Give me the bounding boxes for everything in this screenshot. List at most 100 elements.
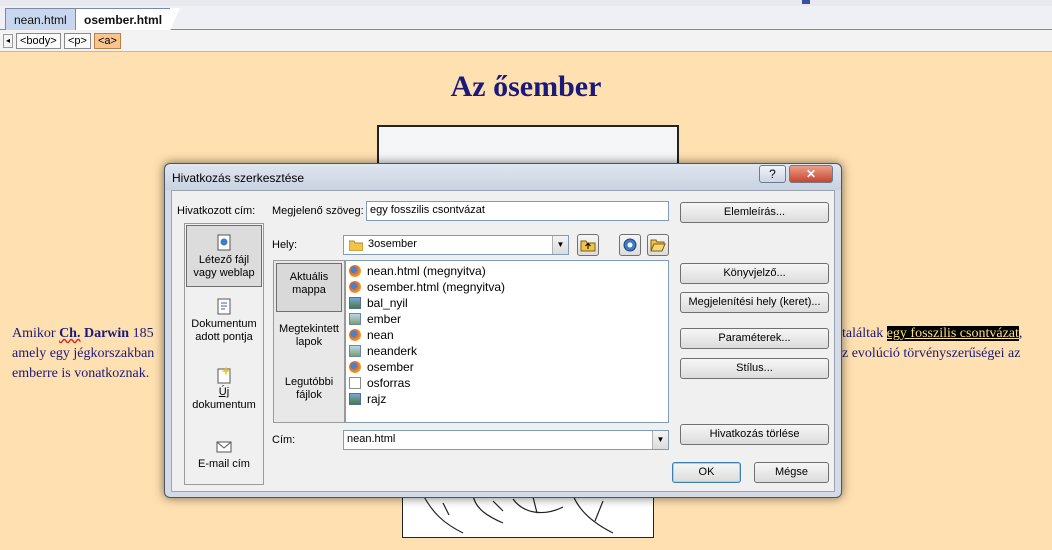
file-list-item[interactable]: nean (346, 327, 668, 343)
file-list-item[interactable]: bal_nyil (346, 295, 668, 311)
file-list-item[interactable]: neanderk (346, 343, 668, 359)
file-list-item[interactable]: osforras (346, 375, 668, 391)
tag-p[interactable]: <p> (64, 33, 91, 49)
file-name: rajz (367, 392, 387, 406)
browse-recent-files[interactable]: Legutóbbi fájlok (276, 376, 342, 416)
open-folder-icon (650, 239, 666, 252)
file-list-item[interactable]: osember (346, 359, 668, 375)
link-type-label: adott pontja (195, 331, 253, 343)
firefox-icon (349, 265, 361, 277)
display-text-label: Megjelenő szöveg: (272, 205, 364, 217)
rajz-image[interactable] (402, 492, 654, 538)
document-place-icon (215, 298, 233, 316)
file-name: osember (367, 360, 414, 374)
file-name: neanderk (367, 344, 418, 358)
link-type-label: Dokumentum (191, 318, 257, 330)
browse-web-button[interactable] (619, 234, 641, 256)
parameters-button[interactable]: Paraméterek... (680, 328, 829, 349)
dialog-title-bar: Hivatkozás szerkesztése ? ✕ (165, 164, 841, 190)
email-icon (215, 438, 233, 456)
image-icon (349, 313, 361, 325)
browse-file-button[interactable] (647, 234, 669, 256)
chevron-down-icon[interactable]: ▼ (652, 431, 668, 449)
link-type-email[interactable]: E-mail cím (186, 436, 262, 482)
bookmark-button[interactable]: Könyvjelző... (680, 263, 829, 284)
category-label: lapok (295, 336, 323, 348)
file-list-item[interactable]: osember.html (megnyitva) (346, 279, 668, 295)
firefox-icon (349, 329, 361, 341)
screentip-button[interactable]: Elemleírás... (680, 202, 829, 223)
new-document-icon (215, 366, 233, 384)
selected-hyperlink[interactable]: egy fosszilis csontvázat (886, 326, 1019, 341)
page-heading: Az ősember (450, 70, 602, 103)
paragraph-left-line1: Amikor Ch. Darwin 185 (12, 326, 154, 342)
file-list-item[interactable]: rajz (346, 391, 668, 407)
image-icon (349, 297, 361, 309)
link-to-label: Hivatkozott cím: (177, 205, 256, 217)
firefox-icon (349, 281, 361, 293)
tag-a[interactable]: <a> (94, 33, 121, 49)
image-icon (349, 393, 361, 405)
link-type-label: Új (218, 386, 230, 398)
address-combo[interactable]: nean.html ▼ (343, 430, 669, 450)
up-one-folder-button[interactable] (577, 234, 599, 256)
category-label: fájlok (296, 389, 322, 401)
folder-icon (349, 240, 363, 251)
sketch-drawing (422, 494, 614, 534)
file-list[interactable]: nean.html (megnyitva) osember.html (megny… (345, 260, 669, 423)
tag-selector-bar: ◂ <body> <p> <a> (0, 30, 1052, 52)
existing-file-icon (215, 234, 233, 252)
browse-browsed-pages[interactable]: Megtekintett lapok (276, 323, 342, 363)
browse-current-folder[interactable]: Aktuális mappa (276, 263, 342, 312)
tab-nean-html[interactable]: nean.html (5, 8, 76, 30)
remove-link-button[interactable]: Hivatkozás törlése (680, 424, 829, 445)
chevron-down-icon[interactable]: ▼ (552, 236, 568, 254)
link-type-label: dokumentum (192, 399, 256, 411)
tab-label: nean.html (14, 13, 67, 27)
dialog-client-area: Hivatkozott cím: Létező fájl vagy weblap… (171, 190, 835, 492)
file-name: ember (367, 312, 402, 326)
category-label: mappa (292, 284, 326, 296)
close-button[interactable]: ✕ (789, 165, 833, 183)
link-type-panel: Létező fájl vagy weblap Dokumentum adott… (184, 223, 264, 485)
category-label: Legutóbbi (284, 376, 334, 388)
file-name: nean (367, 328, 394, 342)
text-file-icon (349, 377, 361, 389)
paragraph-left-line2: amely egy jégkorszakban (12, 346, 155, 361)
link-type-label: vagy weblap (193, 267, 255, 279)
display-text-input[interactable]: egy fosszilis csontvázat (366, 201, 669, 221)
tag-body[interactable]: <body> (16, 33, 61, 49)
globe-search-icon (623, 238, 637, 252)
ok-button[interactable]: OK (672, 462, 741, 483)
text-run: , (1018, 326, 1023, 341)
tab-osember-html[interactable]: osember.html (75, 8, 181, 31)
file-name: nean.html (megnyitva) (367, 264, 486, 278)
target-frame-button[interactable]: Megjelenítési hely (keret)... (680, 292, 829, 313)
browse-category-panel: Aktuális mappa Megtekintett lapok Legutó… (273, 260, 345, 423)
paragraph-right-line2: z evolúció törvényszerűségei az (842, 346, 1021, 361)
address-label: Cím: (272, 434, 296, 446)
style-button[interactable]: Stílus... (680, 358, 829, 379)
link-type-label: E-mail cím (198, 458, 250, 470)
paragraph-right-line1: találtak egy fosszilis csontvázat, (842, 326, 1022, 342)
address-value: nean.html (347, 433, 396, 445)
image-icon (349, 345, 361, 357)
location-label: Hely: (272, 239, 298, 251)
text-run: találtak (842, 326, 887, 341)
location-combo[interactable]: 3osember ▼ (343, 235, 569, 255)
file-list-item[interactable]: ember (346, 311, 668, 327)
link-type-new-document[interactable]: Új dokumentum (186, 362, 262, 422)
text-run: 185 (129, 326, 154, 341)
file-list-item[interactable]: nean.html (megnyitva) (346, 263, 668, 279)
link-type-place-in-document[interactable]: Dokumentum adott pontja (186, 294, 262, 354)
file-name: osember.html (megnyitva) (367, 280, 506, 294)
category-label: Megtekintett (279, 323, 339, 335)
folder-up-icon (580, 240, 596, 252)
cancel-button[interactable]: Mégse (754, 462, 829, 483)
tag-scroll-left-icon[interactable]: ◂ (3, 34, 13, 48)
link-type-existing-file[interactable]: Létező fájl vagy weblap (186, 225, 262, 287)
text-run: Amikor (12, 326, 60, 341)
text-run: Ch. (59, 326, 81, 341)
help-button[interactable]: ? (759, 165, 786, 183)
category-label: Aktuális (289, 271, 329, 283)
